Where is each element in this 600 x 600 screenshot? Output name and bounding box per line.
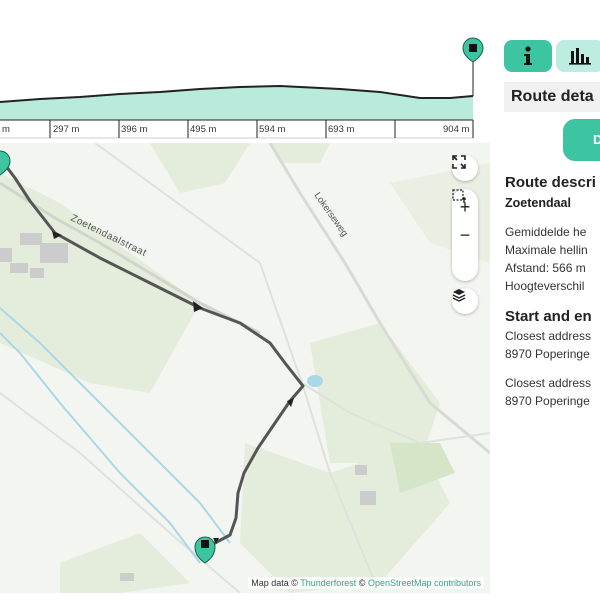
profile-x-label: 297 m xyxy=(53,124,80,135)
thunderforest-link[interactable]: Thunderforest xyxy=(300,578,356,588)
building xyxy=(40,243,68,263)
info-icon xyxy=(524,46,532,65)
route-panel: Route deta D Route descri Zoetendaal Gem… xyxy=(498,30,600,600)
building xyxy=(360,491,376,505)
map-tiles: Zoetendaalstraat Lokerseweg xyxy=(0,143,490,593)
profile-x-label: m xyxy=(2,124,10,135)
profile-x-label: 594 m xyxy=(259,124,286,135)
tab-chart[interactable] xyxy=(556,40,600,72)
field-area xyxy=(0,173,200,393)
route-description-title: Route descri xyxy=(505,174,596,191)
osm-link[interactable]: OpenStreetMap contributors xyxy=(368,578,481,588)
end-address-line: Closest address xyxy=(505,376,592,390)
expand-icon xyxy=(452,155,466,169)
profile-x-label: 693 m xyxy=(328,124,355,135)
zoom-out-button[interactable]: − xyxy=(452,221,478,249)
field-area xyxy=(60,533,190,593)
end-marker-icon xyxy=(462,37,484,63)
tab-info[interactable] xyxy=(504,40,552,72)
route-name: Zoetendaal xyxy=(505,196,571,210)
building xyxy=(20,233,42,245)
route-details-header: Route deta xyxy=(504,82,600,112)
route-map[interactable]: Zoetendaalstraat Lokerseweg + − Map data… xyxy=(0,143,490,593)
route-stat-line: Afstand: 566 m xyxy=(505,261,586,275)
map-attribution: Map data © Thunderforest © OpenStreetMap… xyxy=(248,577,484,589)
profile-x-label: 904 m xyxy=(443,124,470,135)
layers-icon xyxy=(452,289,466,302)
box-zoom-button[interactable] xyxy=(452,189,478,277)
street-label: Lokerseweg xyxy=(312,190,350,238)
building xyxy=(355,465,367,475)
zoom-controls: + − xyxy=(452,189,478,281)
building xyxy=(10,263,28,273)
layers-button[interactable] xyxy=(452,288,478,314)
building xyxy=(0,248,12,262)
route-stat-line: Hoogteverschil xyxy=(505,279,585,293)
start-address-line: 8970 Poperinge xyxy=(505,347,590,361)
building xyxy=(120,573,134,581)
download-button[interactable]: D xyxy=(563,119,600,161)
profile-x-label: 495 m xyxy=(190,124,217,135)
route-stat-line: Gemiddelde he xyxy=(505,225,587,239)
bar-chart-icon xyxy=(569,48,591,65)
profile-x-label: 396 m xyxy=(121,124,148,135)
attribution-prefix: Map data © xyxy=(251,578,298,588)
start-address-line: Closest address xyxy=(505,329,592,343)
building xyxy=(30,268,44,278)
field-area xyxy=(150,143,250,193)
elevation-area xyxy=(0,86,473,120)
fullscreen-button[interactable] xyxy=(452,155,478,181)
box-select-icon xyxy=(452,189,466,203)
route-stat-line: Maximale hellin xyxy=(505,243,588,257)
attribution-sep: © xyxy=(358,578,366,588)
end-address-line: 8970 Poperinge xyxy=(505,394,590,408)
start-end-title: Start and en xyxy=(505,308,592,325)
pond xyxy=(307,375,323,387)
elevation-profile: m 297 m 396 m 495 m 594 m 693 m 904 m xyxy=(0,30,490,140)
